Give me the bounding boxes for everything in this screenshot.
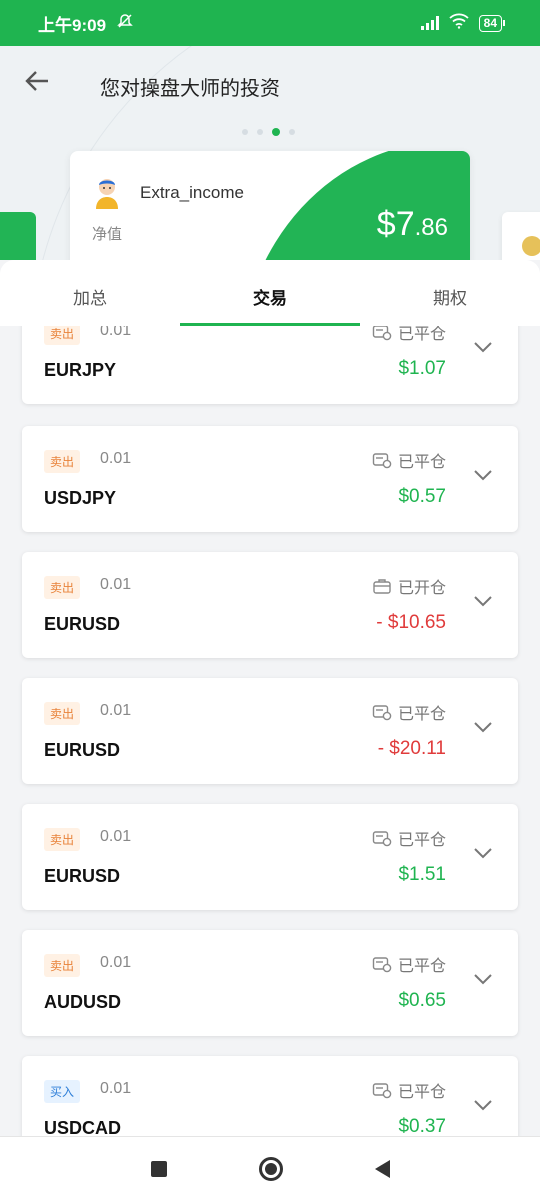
trade-list: 卖出 0.01 EURJPY 已平仓 $1.07 卖出 0.01 USDJPY … xyxy=(0,326,540,1136)
closed-icon xyxy=(372,957,392,973)
closed-icon xyxy=(372,831,392,847)
chevron-down-icon[interactable] xyxy=(472,842,494,864)
lot-size: 0.01 xyxy=(100,450,132,467)
chevron-down-icon[interactable] xyxy=(472,590,494,612)
trade-card[interactable]: 卖出 0.01 EURUSD 已平仓 $1.51 xyxy=(22,804,518,910)
lot-size: 0.01 xyxy=(100,954,132,971)
wifi-icon xyxy=(449,13,469,34)
status-time: 上午9:09 xyxy=(38,15,107,35)
battery-icon: 84 xyxy=(478,14,506,32)
profit-amount: $1.07 xyxy=(398,358,446,379)
chevron-down-icon[interactable] xyxy=(472,968,494,990)
trade-card[interactable]: 卖出 0.01 AUDUSD 已平仓 $0.65 xyxy=(22,930,518,1036)
status-text: 已平仓 xyxy=(398,958,447,975)
symbol: USDCAD xyxy=(44,1118,122,1136)
carousel-card-next[interactable] xyxy=(502,212,540,260)
symbol: EURUSD xyxy=(44,866,121,886)
side-badge: 卖出 xyxy=(44,576,81,599)
symbol: USDJPY xyxy=(44,488,117,508)
tab-summary[interactable]: 加总 xyxy=(0,260,180,326)
back-button[interactable] xyxy=(374,1159,390,1178)
trade-card[interactable]: 卖出 0.01 EURJPY 已平仓 $1.07 xyxy=(22,326,518,404)
briefcase-icon xyxy=(373,579,391,594)
trade-card[interactable]: 买入 0.01 USDCAD 已平仓 $0.37 xyxy=(22,1056,518,1136)
trade-card[interactable]: 卖出 0.01 EURUSD 已开仓 - $10.65 xyxy=(22,552,518,658)
status-text: 已开仓 xyxy=(398,580,447,597)
chevron-down-icon[interactable] xyxy=(472,1094,494,1116)
system-nav-bar xyxy=(0,1136,540,1200)
profit-amount: $0.57 xyxy=(398,486,446,507)
lot-size: 0.01 xyxy=(100,576,132,593)
recents-button[interactable] xyxy=(150,1160,167,1177)
tab-bar: 加总 交易 期权 xyxy=(0,260,540,326)
carousel-card-prev[interactable] xyxy=(0,212,36,260)
avatar-icon xyxy=(92,175,122,209)
status-text: 已平仓 xyxy=(398,832,447,849)
carousel-indicator xyxy=(242,128,295,136)
profit-amount: $0.37 xyxy=(398,1116,446,1136)
home-button[interactable] xyxy=(258,1156,283,1181)
lot-size: 0.01 xyxy=(100,702,132,719)
trader-name: Extra_income xyxy=(140,183,244,202)
closed-icon xyxy=(372,705,392,721)
tab-trades[interactable]: 交易 xyxy=(180,260,360,326)
trade-card[interactable]: 卖出 0.01 EURUSD 已平仓 - $20.11 xyxy=(22,678,518,784)
page-title: 您对操盘大师的投资 xyxy=(100,78,280,100)
lot-size: 0.01 xyxy=(100,326,132,339)
status-text: 已平仓 xyxy=(398,326,447,343)
mute-icon xyxy=(116,12,134,35)
closed-icon xyxy=(372,1083,392,1099)
side-badge: 卖出 xyxy=(44,326,81,345)
back-arrow-icon[interactable] xyxy=(24,68,50,100)
loss-amount: - $20.11 xyxy=(377,738,446,759)
net-value: $7.86 xyxy=(376,205,448,243)
trade-card[interactable]: 卖出 0.01 USDJPY 已平仓 $0.57 xyxy=(22,426,518,532)
profit-amount: $1.51 xyxy=(398,864,446,885)
closed-icon xyxy=(372,453,392,469)
closed-icon xyxy=(372,326,392,341)
side-badge: 卖出 xyxy=(44,702,81,725)
net-value-label: 净值 xyxy=(92,226,123,243)
chevron-down-icon[interactable] xyxy=(472,336,494,358)
symbol: EURUSD xyxy=(44,614,121,634)
status-text: 已平仓 xyxy=(398,1084,447,1101)
chevron-down-icon[interactable] xyxy=(472,716,494,738)
lot-size: 0.01 xyxy=(100,1080,132,1097)
symbol: EURUSD xyxy=(44,740,121,760)
coin-icon xyxy=(522,236,540,256)
side-badge: 买入 xyxy=(44,1080,81,1103)
status-text: 已平仓 xyxy=(398,454,447,471)
side-badge: 卖出 xyxy=(44,954,81,977)
symbol: AUDUSD xyxy=(44,992,122,1012)
loss-amount: - $10.65 xyxy=(376,612,446,633)
investment-header: 您对操盘大师的投资 Extra_income 净值 $7.86 xyxy=(0,46,540,260)
symbol: EURJPY xyxy=(44,360,117,380)
profit-amount: $0.65 xyxy=(398,990,446,1011)
side-badge: 卖出 xyxy=(44,828,81,851)
lot-size: 0.01 xyxy=(100,828,132,845)
status-text: 已平仓 xyxy=(398,706,447,723)
tab-options[interactable]: 期权 xyxy=(360,260,540,326)
side-badge: 卖出 xyxy=(44,450,81,473)
trader-card[interactable]: Extra_income 净值 $7.86 xyxy=(70,151,470,260)
status-bar: 上午9:09 84 xyxy=(0,0,540,46)
chevron-down-icon[interactable] xyxy=(472,464,494,486)
signal-icon xyxy=(420,16,439,30)
